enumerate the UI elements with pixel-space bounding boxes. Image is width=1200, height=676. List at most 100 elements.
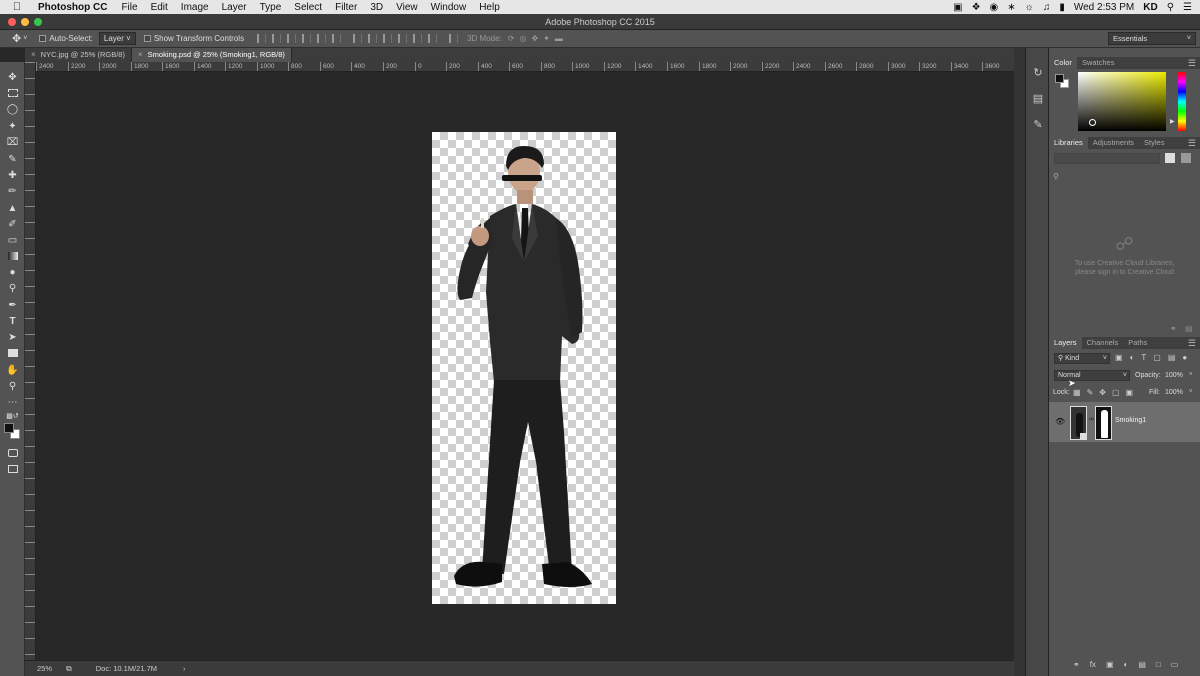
layer-filter-kind-dropdown[interactable]: ⚲ Kind ˅ bbox=[1054, 353, 1110, 364]
bluetooth-icon[interactable]: ∗ bbox=[1007, 2, 1015, 13]
distribute-right-icon[interactable] bbox=[428, 34, 438, 43]
close-icon[interactable]: × bbox=[31, 48, 36, 62]
lock-transparency-icon[interactable]: ▦ bbox=[1073, 388, 1081, 397]
apple-icon[interactable]:  bbox=[10, 0, 24, 14]
tab-smoking[interactable]: × Smoking.psd @ 25% (Smoking1, RGB/8) bbox=[131, 48, 292, 62]
filter-toggle-icon[interactable]: ● bbox=[1182, 353, 1187, 362]
quick-mask-icon[interactable] bbox=[5, 446, 20, 460]
menu-window[interactable]: Window bbox=[431, 2, 467, 13]
library-trash-icon[interactable]: ▤ bbox=[1185, 324, 1193, 333]
layer-mask-thumbnail[interactable] bbox=[1095, 406, 1112, 440]
pen-tool-icon[interactable]: ✒ bbox=[5, 298, 20, 312]
menu-clock[interactable]: Wed 2:53 PM bbox=[1074, 2, 1134, 13]
distribute-bottom-icon[interactable] bbox=[383, 34, 393, 43]
tab-adjustments[interactable]: Adjustments bbox=[1088, 137, 1139, 149]
delete-layer-icon[interactable]: ▭ bbox=[1171, 660, 1179, 669]
add-mask-icon[interactable]: ▣ bbox=[1106, 660, 1114, 669]
mask-link-icon[interactable]: ∞ bbox=[1089, 416, 1094, 423]
properties-panel-icon[interactable]: ▤ bbox=[1032, 92, 1044, 105]
hue-slider-arrow-icon[interactable]: ▶ bbox=[1170, 118, 1175, 125]
zoom-window-icon[interactable] bbox=[34, 18, 42, 26]
menu-file[interactable]: File bbox=[121, 2, 137, 13]
lock-position-icon[interactable]: ✥ bbox=[1099, 388, 1106, 397]
auto-align-icon[interactable] bbox=[449, 34, 459, 43]
tab-channels[interactable]: Channels bbox=[1082, 337, 1124, 349]
align-vcenter-icon[interactable] bbox=[272, 34, 282, 43]
distribute-vcenter-icon[interactable] bbox=[368, 34, 378, 43]
tab-layers[interactable]: Layers bbox=[1049, 337, 1082, 349]
3d-mode-icons[interactable]: ⟳◎✥✦▬ bbox=[508, 34, 568, 43]
lock-artboard-icon[interactable]: ▢ bbox=[1112, 388, 1120, 397]
app-menu[interactable]: Photoshop CC bbox=[38, 2, 107, 13]
move-tool-preset-icon[interactable]: ✥ bbox=[12, 32, 21, 45]
zoom-level[interactable]: 25% bbox=[37, 664, 52, 673]
brush-tool-icon[interactable]: ✏ bbox=[5, 184, 20, 198]
volume-icon[interactable]: ♫ bbox=[1043, 2, 1051, 13]
link-layers-icon[interactable]: ⚭ bbox=[1073, 660, 1080, 669]
layer-thumbnail[interactable] bbox=[1070, 406, 1087, 440]
tab-paths[interactable]: Paths bbox=[1123, 337, 1152, 349]
horizontal-ruler[interactable]: 2400 2200 2000 1800 1600 1400 1200 1000 800 600 40… bbox=[36, 62, 1014, 72]
shape-filter-icon[interactable]: ▢ bbox=[1153, 353, 1161, 362]
hand-tool-icon[interactable]: ✋ bbox=[5, 363, 20, 377]
smart-object-filter-icon[interactable]: ▤ bbox=[1168, 353, 1176, 362]
new-group-icon[interactable]: ▤ bbox=[1138, 660, 1146, 669]
crop-tool-icon[interactable]: ⌧ bbox=[5, 135, 20, 149]
dropbox-icon[interactable]: ❖ bbox=[972, 2, 981, 13]
healing-brush-tool-icon[interactable]: ✚ bbox=[5, 168, 20, 182]
menu-filter[interactable]: Filter bbox=[335, 2, 357, 13]
gradient-tool-icon[interactable] bbox=[5, 249, 20, 263]
battery-icon[interactable]: ▮ bbox=[1059, 2, 1065, 13]
minimize-window-icon[interactable] bbox=[21, 18, 29, 26]
menu-help[interactable]: Help bbox=[479, 2, 500, 13]
quick-select-tool-icon[interactable]: ✦ bbox=[5, 119, 20, 133]
menu-3d[interactable]: 3D bbox=[370, 2, 383, 13]
marquee-tool-icon[interactable] bbox=[5, 86, 20, 100]
new-layer-icon[interactable]: □ bbox=[1156, 660, 1161, 669]
type-tool-icon[interactable]: T bbox=[5, 314, 20, 328]
eyedropper-tool-icon[interactable]: ✎ bbox=[5, 152, 20, 166]
align-hcenter-icon[interactable] bbox=[317, 34, 327, 43]
screen-record-icon[interactable]: ▣ bbox=[953, 2, 962, 13]
panel-menu-icon[interactable]: ☰ bbox=[1188, 137, 1196, 149]
show-transform-checkbox[interactable] bbox=[143, 35, 151, 42]
library-link-icon[interactable]: ⚭ bbox=[1170, 324, 1177, 333]
adjustment-filter-icon[interactable]: ◐ bbox=[1130, 353, 1135, 362]
opacity-input[interactable]: 100% bbox=[1165, 372, 1183, 379]
close-window-icon[interactable] bbox=[8, 18, 16, 26]
share-icon[interactable]: ⧉ bbox=[66, 664, 72, 674]
tab-swatches[interactable]: Swatches bbox=[1077, 57, 1120, 69]
blur-tool-icon[interactable]: ● bbox=[5, 265, 20, 279]
layer-style-icon[interactable]: fx bbox=[1090, 660, 1096, 669]
menu-image[interactable]: Image bbox=[181, 2, 209, 13]
eraser-tool-icon[interactable]: ▭ bbox=[5, 233, 20, 247]
history-panel-icon[interactable]: ↻ bbox=[1032, 66, 1044, 79]
list-view-icon[interactable] bbox=[1181, 153, 1191, 163]
foreground-color-chip[interactable] bbox=[1055, 74, 1064, 83]
layer-name[interactable]: Smoking1 bbox=[1115, 417, 1146, 424]
dodge-tool-icon[interactable]: ⚲ bbox=[5, 281, 20, 295]
align-bottom-icon[interactable] bbox=[287, 34, 297, 43]
tab-color[interactable]: Color bbox=[1049, 57, 1077, 69]
default-colors-icon[interactable]: ▩↺ bbox=[5, 409, 20, 423]
tab-libraries[interactable]: Libraries bbox=[1049, 137, 1088, 149]
creative-cloud-icon[interactable]: ◉ bbox=[990, 2, 999, 13]
path-selection-tool-icon[interactable]: ➤ bbox=[5, 330, 20, 344]
blend-mode-dropdown[interactable]: Normal ˅ bbox=[1054, 370, 1130, 381]
lasso-tool-icon[interactable]: ◯ bbox=[5, 102, 20, 116]
distribute-hcenter-icon[interactable] bbox=[413, 34, 423, 43]
distribute-top-icon[interactable] bbox=[353, 34, 363, 43]
menu-select[interactable]: Select bbox=[294, 2, 322, 13]
move-tool-icon[interactable]: ✥ bbox=[5, 70, 20, 84]
distribute-left-icon[interactable] bbox=[398, 34, 408, 43]
fill-chevron-icon[interactable]: ˅ bbox=[1189, 389, 1193, 395]
chevron-down-icon[interactable]: ˅ bbox=[23, 35, 27, 42]
panel-menu-icon[interactable]: ☰ bbox=[1188, 337, 1196, 349]
opacity-chevron-icon[interactable]: ˅ bbox=[1189, 372, 1193, 378]
user-menu[interactable]: KD bbox=[1143, 2, 1157, 13]
foreground-color-swatch[interactable] bbox=[4, 423, 14, 433]
menu-layer[interactable]: Layer bbox=[222, 2, 247, 13]
tab-styles[interactable]: Styles bbox=[1139, 137, 1169, 149]
clone-stamp-tool-icon[interactable]: ▲ bbox=[5, 201, 20, 215]
align-top-icon[interactable] bbox=[257, 34, 267, 43]
